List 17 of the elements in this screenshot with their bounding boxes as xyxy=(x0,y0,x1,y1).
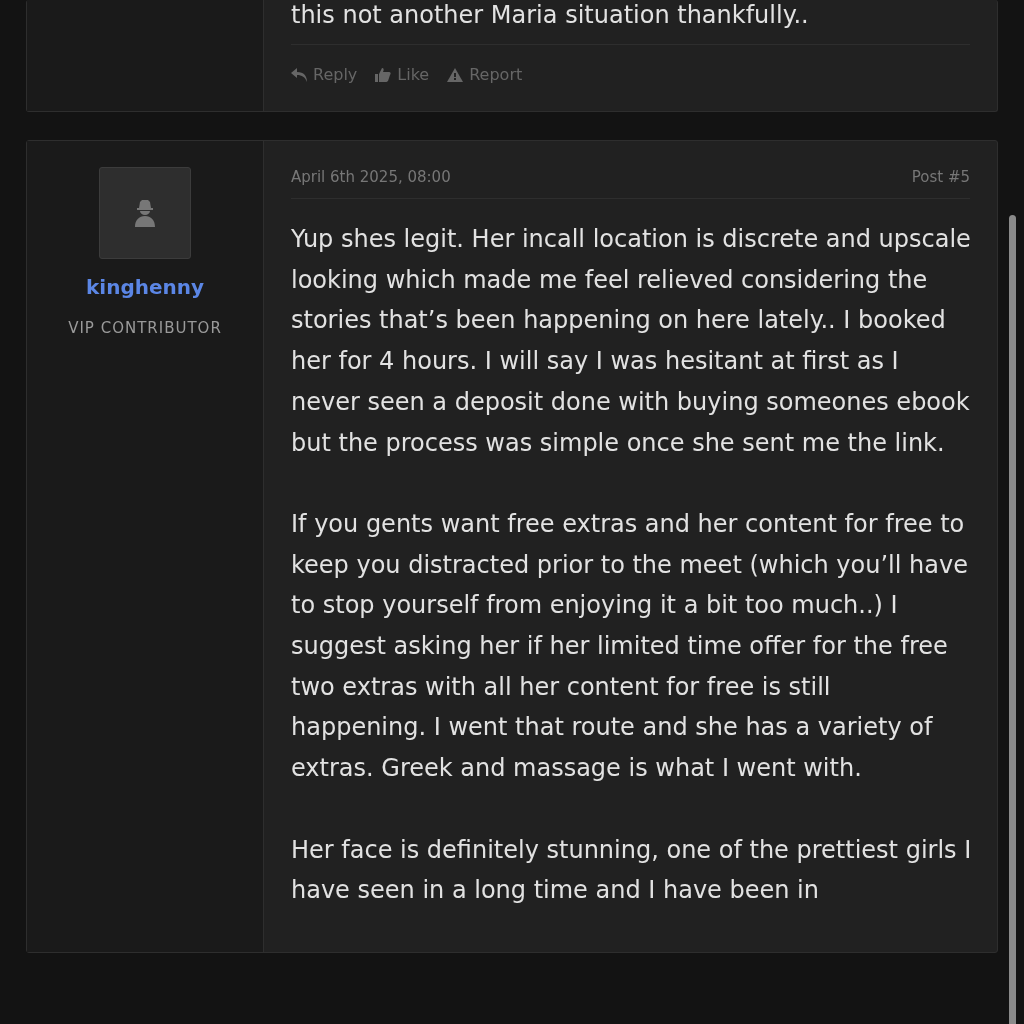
post-date: April 6th 2025, 08:00 xyxy=(291,168,451,186)
scrollbar[interactable] xyxy=(1009,215,1016,1024)
post-number[interactable]: Post #5 xyxy=(911,168,970,186)
reply-button[interactable]: Reply xyxy=(291,65,358,84)
warning-icon xyxy=(447,67,464,82)
post-paragraph: Her face is definitely stunning, one of the prettiest girls I have seen in a long time and I have been in xyxy=(291,834,973,907)
reply-icon xyxy=(291,67,307,82)
thumbs-up-icon xyxy=(375,67,392,82)
avatar[interactable] xyxy=(99,167,191,259)
post-paragraph: Yup shes legit. Her incall location is discrete and upscale looking which made me feel relieved considering the stories that’s been happening on here lately.. I booked her for 4 hours. I will say I was hesitant at first as I never seen a deposit done with buying someones ebook but the process was simple once she sent me the link. xyxy=(291,224,972,459)
like-button[interactable]: Like xyxy=(375,65,430,84)
post-paragraph: If you gents want free extras and her content for free to keep you distracted prior to the meet (which you’ll have to stop yourself from enjoying it a bit too much..) I suggest asking her if her limited time offer for the free two extras with all her content for free is still happening. I went that route and she has a variety of extras. Greek and massage is what I went with. xyxy=(291,508,969,785)
user-role: VIP CONTRIBUTOR xyxy=(68,319,222,337)
spy-icon xyxy=(133,199,157,227)
username[interactable]: kinghenny xyxy=(86,275,204,299)
post-paragraph: this not another Maria situation thankfully.. xyxy=(291,0,810,30)
report-button[interactable]: Report xyxy=(447,65,523,84)
